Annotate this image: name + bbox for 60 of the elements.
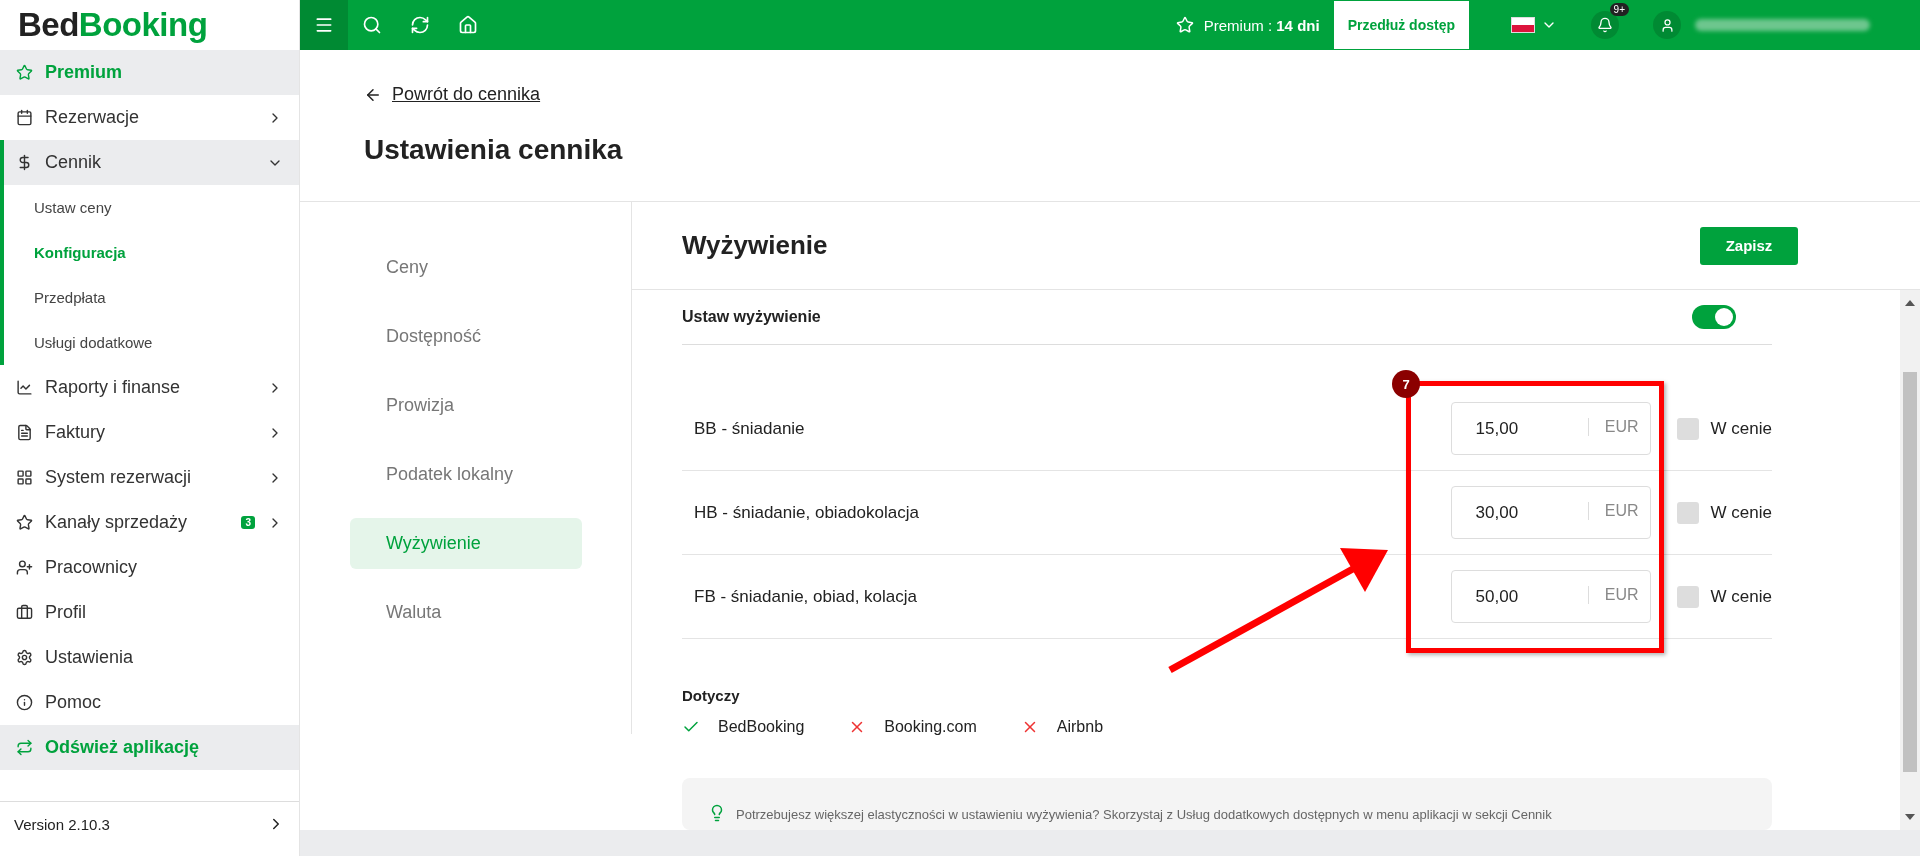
menu-item-icon <box>16 694 33 711</box>
menu-item-icon <box>16 559 33 576</box>
menu-icon <box>314 15 334 35</box>
flag-icon <box>1511 17 1535 33</box>
menu-button[interactable] <box>300 0 348 50</box>
home-icon <box>458 15 478 35</box>
back-link[interactable]: Powrót do cennika <box>364 84 541 105</box>
star-icon <box>1175 16 1194 34</box>
scrollbar[interactable] <box>1900 290 1920 830</box>
page-title: Ustawienia cennika <box>364 133 624 166</box>
tip-text: Potrzebujesz większej elastyczności w ustawieniu wyżywienia? Skorzystaj z Usług dodatkowych dostępnych w menu aplikacji w sekcji Cennik <box>736 807 1552 822</box>
currency-label: EUR <box>1587 502 1639 521</box>
search-icon <box>362 15 382 35</box>
meal-name: HB - śniadanie, obiadokolacja <box>694 502 920 523</box>
section-title: Wyżywienie <box>682 230 828 261</box>
notification-badge: 9+ <box>1609 3 1629 16</box>
checkbox-label: W cenie <box>1710 586 1772 607</box>
currency-label: EUR <box>1587 586 1639 605</box>
count-badge: 3 <box>241 516 255 529</box>
menu-item-icon <box>16 649 33 666</box>
notifications-button[interactable] <box>1591 11 1619 39</box>
version-label: Version 2.10.3 <box>14 815 110 833</box>
applies-title: Dotyczy <box>682 687 741 705</box>
checkbox[interactable] <box>1676 501 1699 524</box>
version-row[interactable]: Version 2.10.3 <box>0 801 299 846</box>
settings-tab[interactable]: Prowizja <box>350 380 582 431</box>
refresh-icon <box>410 15 430 35</box>
settings-tab[interactable]: Podatek lokalny <box>350 449 582 500</box>
logo: BedBooking <box>18 6 208 44</box>
menu-item-icon <box>16 424 33 441</box>
user-avatar[interactable] <box>1653 11 1681 39</box>
sidebar-item[interactable]: Cennik <box>0 140 299 185</box>
channel-name: Airbnb <box>1056 718 1104 737</box>
settings-tab[interactable]: Waluta <box>350 587 582 638</box>
checkbox[interactable] <box>1676 585 1699 608</box>
checkbox-label: W cenie <box>1710 418 1772 439</box>
bell-icon <box>1597 17 1613 33</box>
checkbox[interactable] <box>1676 417 1699 440</box>
meal-name: FB - śniadanie, obiad, kolacja <box>694 586 919 607</box>
channel-name: BedBooking <box>718 718 805 737</box>
checkbox-label: W cenie <box>1710 502 1772 523</box>
toggle-label: Ustaw wyżywienie <box>682 308 821 327</box>
settings-tab[interactable]: Dostępność <box>350 311 582 362</box>
menu-item-icon <box>16 514 33 531</box>
menu-item-icon <box>16 469 33 486</box>
premium-status: Premium : 14 dni <box>1203 16 1320 34</box>
submenu-item[interactable]: Usługi dodatkowe <box>4 320 299 365</box>
submenu-item[interactable]: Przedpłata <box>4 275 299 320</box>
currency-label: EUR <box>1587 418 1639 437</box>
star-icon <box>16 64 33 81</box>
menu-item-icon <box>16 604 33 621</box>
submenu-item[interactable]: Ustaw ceny <box>4 185 299 230</box>
toggle-switch[interactable] <box>1692 305 1736 330</box>
channel-name: Booking.com <box>884 718 977 737</box>
settings-tab[interactable]: Ceny <box>350 242 582 293</box>
user-icon <box>1659 17 1675 33</box>
meal-name: BB - śniadanie <box>694 418 806 439</box>
menu-item-icon <box>16 109 33 126</box>
refresh-icon <box>16 739 33 756</box>
menu-item-icon <box>16 379 33 396</box>
